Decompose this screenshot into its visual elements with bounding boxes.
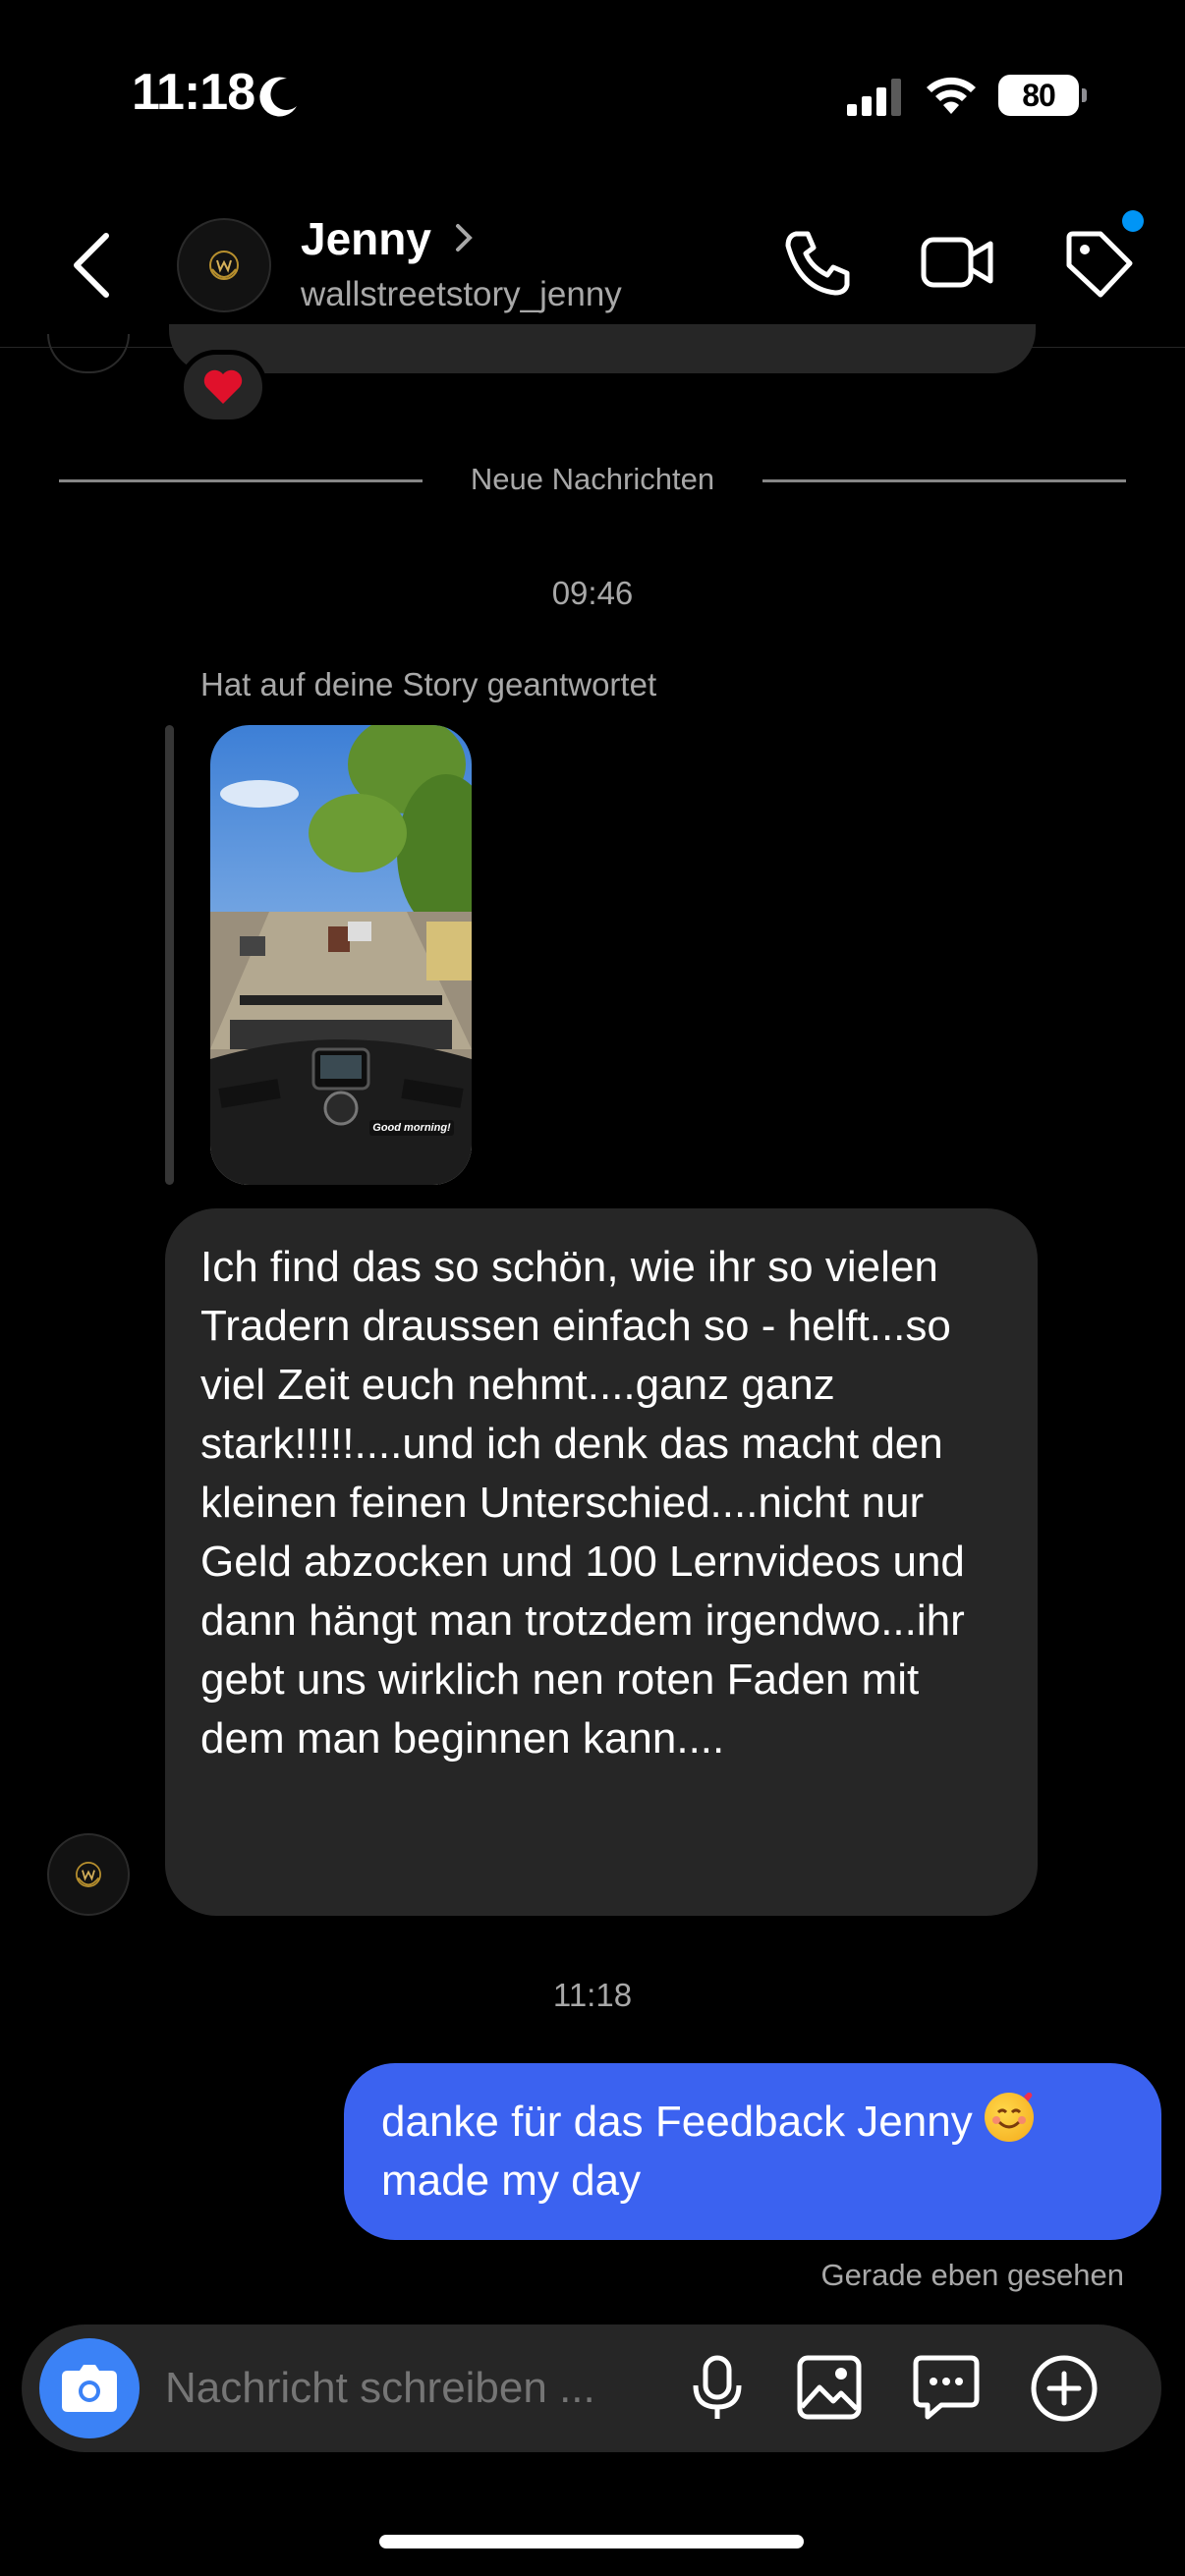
story-image	[210, 725, 472, 1185]
microphone-button[interactable]	[690, 2354, 745, 2423]
cellular-signal-icon	[847, 79, 901, 116]
new-messages-divider: Neue Nachrichten	[470, 462, 715, 496]
heart-reaction[interactable]	[179, 350, 267, 424]
camera-icon	[62, 2365, 117, 2412]
wifi-icon	[927, 77, 976, 114]
back-button[interactable]	[67, 230, 116, 301]
contact-username: wallstreetstory_jenny	[301, 275, 622, 313]
message-bubble-outgoing[interactable]: danke für das Feedback Jenny made my day	[344, 2063, 1161, 2240]
avatar	[47, 334, 130, 373]
contact-name[interactable]: Jenny	[301, 212, 431, 265]
moon-icon	[259, 77, 297, 117]
reply-bar	[165, 725, 174, 1185]
phone-call-button[interactable]	[782, 226, 855, 299]
heart-icon	[203, 369, 243, 404]
chevron-right-icon[interactable]	[452, 222, 476, 253]
story-reply-caption: Hat auf deine Story geantwortet	[200, 666, 657, 702]
avatar[interactable]	[47, 1833, 130, 1916]
message-text: danke für das Feedback Jenny	[381, 2098, 973, 2146]
plus-button[interactable]	[1030, 2354, 1099, 2423]
story-overlay-text: Good morning!	[372, 1122, 451, 1134]
gallery-button[interactable]	[796, 2354, 863, 2421]
camera-button[interactable]	[39, 2338, 140, 2438]
battery-indicator: 80	[998, 75, 1087, 116]
message-bubble-previous[interactable]	[169, 324, 1036, 373]
ws-logo-icon	[209, 251, 239, 280]
status-time: 11:18	[132, 64, 255, 121]
notification-dot	[1122, 210, 1144, 232]
message-composer	[22, 2324, 1161, 2452]
story-thumbnail[interactable]: Good morning!	[210, 725, 472, 1185]
sticker-chat-button[interactable]	[912, 2354, 981, 2423]
seen-status: Gerade eben gesehen	[820, 2258, 1124, 2292]
smiling-face-with-hearts-icon	[984, 2093, 1034, 2142]
battery-level: 80	[1022, 77, 1056, 113]
timestamp: 11:18	[552, 1977, 633, 2013]
message-text: Ich find das so schön, wie ihr so vielen…	[200, 1243, 965, 1763]
tag-button[interactable]	[1061, 226, 1138, 303]
message-input[interactable]	[165, 2364, 676, 2413]
message-text: made my day	[381, 2156, 642, 2205]
ws-logo-icon	[76, 1862, 101, 1887]
avatar[interactable]	[177, 218, 271, 312]
home-indicator[interactable]	[379, 2535, 804, 2548]
video-call-button[interactable]	[920, 226, 996, 299]
message-bubble-incoming[interactable]: Ich find das so schön, wie ihr so vielen…	[165, 1208, 1038, 1916]
timestamp: 09:46	[551, 575, 634, 611]
